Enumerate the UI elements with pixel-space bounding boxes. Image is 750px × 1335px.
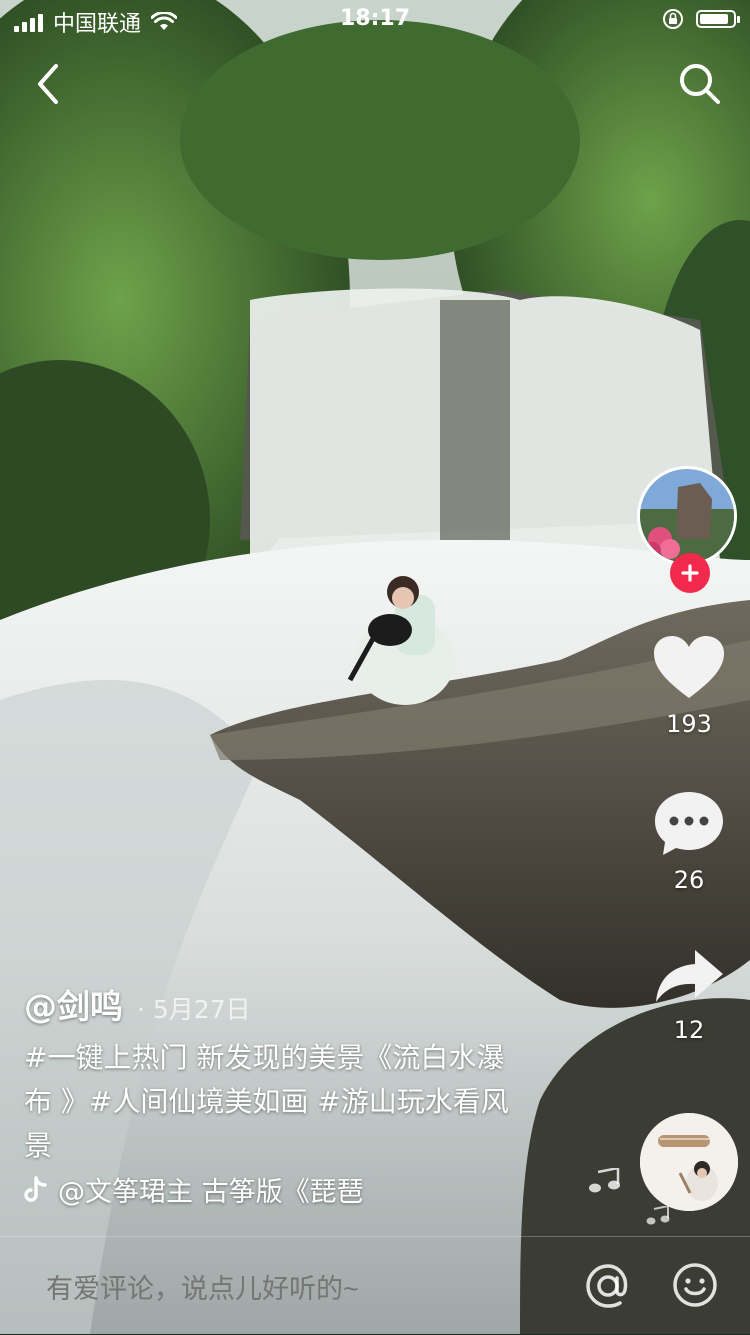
like-button[interactable]: 193 xyxy=(648,634,730,738)
author-line: @剑鸣 · 5月27日 xyxy=(24,980,251,1028)
music-note-icon xyxy=(589,1168,620,1193)
share-arrow-icon xyxy=(656,950,723,1002)
search-icon xyxy=(680,64,720,104)
heart-icon xyxy=(654,636,724,698)
music-title: @文筝珺主 古筝版《琵琶 xyxy=(58,1177,364,1208)
rotation-lock-icon xyxy=(663,9,683,29)
status-right xyxy=(662,8,740,30)
battery-icon xyxy=(696,10,740,28)
caption-line[interactable]: #一键上热门 新发现的美景《流白水瀑 xyxy=(24,1036,564,1080)
battery-level-fill xyxy=(700,14,729,24)
comment-input[interactable] xyxy=(44,1273,548,1306)
music-disc[interactable] xyxy=(640,1113,738,1211)
caption-line[interactable]: 景 xyxy=(24,1124,564,1168)
at-icon xyxy=(586,1264,628,1308)
comment-count: 26 xyxy=(673,866,705,894)
follow-button[interactable] xyxy=(670,553,710,593)
emoji-smile-icon xyxy=(673,1263,717,1307)
tiktok-note-icon xyxy=(24,1175,47,1202)
avatar[interactable] xyxy=(637,466,737,566)
music-disc-cover xyxy=(640,1113,738,1211)
post-caption: #一键上热门 新发现的美景《流白水瀑 布 》#人间仙境美如画 #游山玩水看风 景 xyxy=(24,1036,564,1168)
search-button[interactable] xyxy=(676,60,724,108)
music-note-small-icon xyxy=(646,1206,670,1225)
share-count: 12 xyxy=(673,1016,705,1044)
post-date: · 5月27日 xyxy=(137,995,251,1024)
chevron-left-icon xyxy=(38,64,58,104)
comment-button[interactable]: 26 xyxy=(648,788,730,894)
author-name[interactable]: @剑鸣 xyxy=(24,980,123,1028)
emoji-button[interactable] xyxy=(672,1262,718,1308)
comment-bar xyxy=(0,1236,750,1335)
mention-button[interactable] xyxy=(584,1262,632,1310)
avatar-image xyxy=(640,469,734,563)
plus-icon xyxy=(681,564,699,582)
status-time: 18:17 xyxy=(339,6,411,31)
like-count: 193 xyxy=(666,710,712,738)
author-avatar-group[interactable] xyxy=(637,466,741,593)
share-button[interactable]: 12 xyxy=(648,946,730,1044)
back-button[interactable] xyxy=(26,60,70,108)
status-bar: 中国联通 18:17 xyxy=(0,0,750,40)
caption-line[interactable]: 布 》#人间仙境美如画 #游山玩水看风 xyxy=(24,1080,564,1124)
music-ticker[interactable]: @文筝珺主 古筝版《琵琶 xyxy=(24,1170,444,1209)
comment-bubble-icon xyxy=(655,792,723,855)
